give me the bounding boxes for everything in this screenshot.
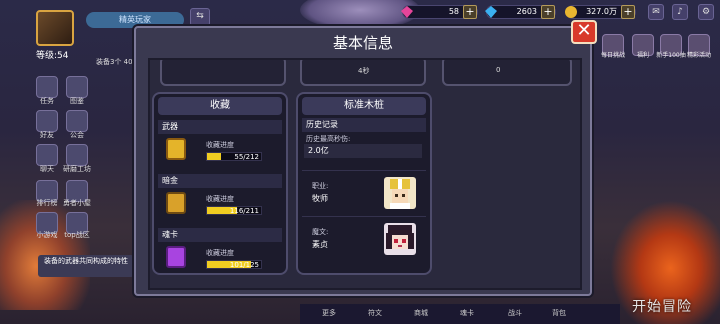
pink-gem-icon — [401, 6, 413, 18]
side-label-guild: 公会 — [70, 131, 84, 139]
class-row: 职业: 牧师 — [302, 170, 426, 214]
side-menu-guild[interactable] — [66, 110, 88, 132]
dialog-content: 4秒 0 收藏 武器 收藏进度 55/212 暗金 收藏进度 116/211 魂… — [148, 58, 582, 290]
basic-info-dialog: 基本信息 4秒 0 收藏 武器 收藏进度 55/212 暗金 收藏进度 116/… — [134, 26, 592, 296]
bottom-tab-soul-cards[interactable]: 魂卡 — [460, 308, 474, 318]
gold-resource: 327.0万 + — [565, 5, 636, 19]
gem-plus-button[interactable]: + — [463, 5, 477, 19]
soul-card-progress-label: 收藏进度 — [206, 249, 234, 257]
side-label-chat: 聊天 — [40, 165, 54, 173]
gold-coin-icon — [565, 6, 577, 18]
side-label-minigame: 小游戏 — [36, 231, 58, 239]
weapon-chest-icon — [166, 138, 186, 160]
side-label-friends: 好友 — [40, 131, 54, 139]
player-avatar[interactable] — [36, 10, 74, 46]
mail-icon[interactable]: ✉ — [648, 4, 664, 20]
dark-gold-book-icon — [166, 192, 186, 214]
bottom-tab-runes[interactable]: 符文 — [368, 308, 382, 318]
collection-title: 收藏 — [158, 97, 282, 115]
dark-gold-progress-text: 116/211 — [229, 207, 259, 215]
top-card-right-value: 0 — [496, 66, 501, 74]
diamond-value: 2603 — [516, 7, 537, 16]
side-label-codex: 图鉴 — [70, 97, 84, 105]
side-label-task: 任务 — [40, 97, 54, 105]
side-label-top-zone: top战区 — [64, 231, 90, 239]
best-dps-value: 2.0亿 — [304, 144, 422, 158]
gold-plus-button[interactable]: + — [621, 5, 635, 19]
history-record-label: 历史记录 — [302, 118, 426, 132]
diamond-resource: 2603 + — [485, 5, 556, 19]
side-menu-friends[interactable] — [36, 110, 58, 132]
bottom-tab-bag[interactable]: 背包 — [552, 308, 566, 318]
weapon-progress-text: 55/212 — [234, 153, 259, 161]
rune-key: 魔文: — [312, 228, 329, 236]
trait-tooltip: 装备的武器共同构成的特性 — [38, 255, 134, 277]
class-value: 牧师 — [312, 194, 328, 203]
close-dialog-button[interactable]: ✕ — [571, 20, 597, 44]
demon-rune-portrait-icon — [384, 223, 416, 255]
best-dps-label: 历史最高秒伤: — [306, 135, 351, 143]
soul-card-icon — [166, 246, 186, 268]
rune-value: 素贞 — [312, 240, 328, 249]
diamond-plus-button[interactable]: + — [541, 5, 555, 19]
sound-icon[interactable]: ♪ — [672, 4, 688, 20]
side-menu-task[interactable] — [36, 76, 58, 98]
rune-row: 魔文: 素贞 — [302, 216, 426, 260]
gem-resource: 58 + — [401, 5, 478, 19]
dialog-title: 基本信息 — [332, 34, 393, 52]
collection-panel: 收藏 武器 收藏进度 55/212 暗金 收藏进度 116/211 魂卡 收藏进… — [152, 92, 288, 275]
side-menu-codex[interactable] — [66, 76, 88, 98]
player-level: 等级:54 — [36, 51, 69, 61]
side-menu-workshop[interactable] — [66, 144, 88, 166]
soul-card-progress-bar: 101/125 — [206, 260, 262, 269]
category-dark-gold-label: 暗金 — [158, 174, 282, 188]
mail-arrow-icon[interactable]: ⇆ — [190, 8, 210, 26]
settings-gear-icon[interactable]: ⚙ — [698, 4, 714, 20]
weapon-progress-label: 收藏进度 — [206, 141, 234, 149]
equip-status: 装备3个 40 — [96, 58, 133, 66]
events-label: 精彩活动 — [686, 52, 711, 59]
bottom-tab-more[interactable]: 更多 — [322, 308, 336, 318]
training-dummy-panel: 标准木桩 历史记录 历史最高秒伤: 2.0亿 职业: 牧师 魔文: 素贞 — [296, 92, 432, 275]
start-adventure-button[interactable]: 开始冒险 — [632, 296, 692, 316]
weapon-progress-bar: 55/212 — [206, 152, 262, 161]
top-card-middle-value: 4秒 — [358, 67, 370, 75]
side-label-hero-house: 勇者小屋 — [63, 199, 91, 207]
class-key: 职业: — [312, 182, 329, 190]
category-soul-card-label: 魂卡 — [158, 228, 282, 242]
dark-gold-progress-label: 收藏进度 — [206, 195, 234, 203]
gold-value: 327.0万 — [586, 7, 617, 16]
side-label-ranking: 排行榜 — [36, 199, 58, 207]
top-card-left — [160, 60, 286, 86]
priest-portrait-icon — [384, 177, 416, 209]
soul-card-progress-text: 101/125 — [229, 261, 259, 269]
bottom-tab-battle[interactable]: 战斗 — [508, 308, 522, 318]
blue-diamond-icon — [485, 6, 497, 18]
gem-value: 58 — [448, 7, 459, 16]
side-label-workshop: 研磨工坊 — [63, 165, 91, 173]
top-card-right: 0 — [442, 60, 572, 86]
side-menu-chat[interactable] — [36, 144, 58, 166]
dark-gold-progress-bar: 116/211 — [206, 206, 262, 215]
category-weapon-label: 武器 — [158, 120, 282, 134]
bottom-tab-shop[interactable]: 商城 — [414, 308, 428, 318]
top-card-middle: 4秒 — [300, 60, 426, 86]
training-dummy-title: 标准木桩 — [302, 97, 426, 115]
